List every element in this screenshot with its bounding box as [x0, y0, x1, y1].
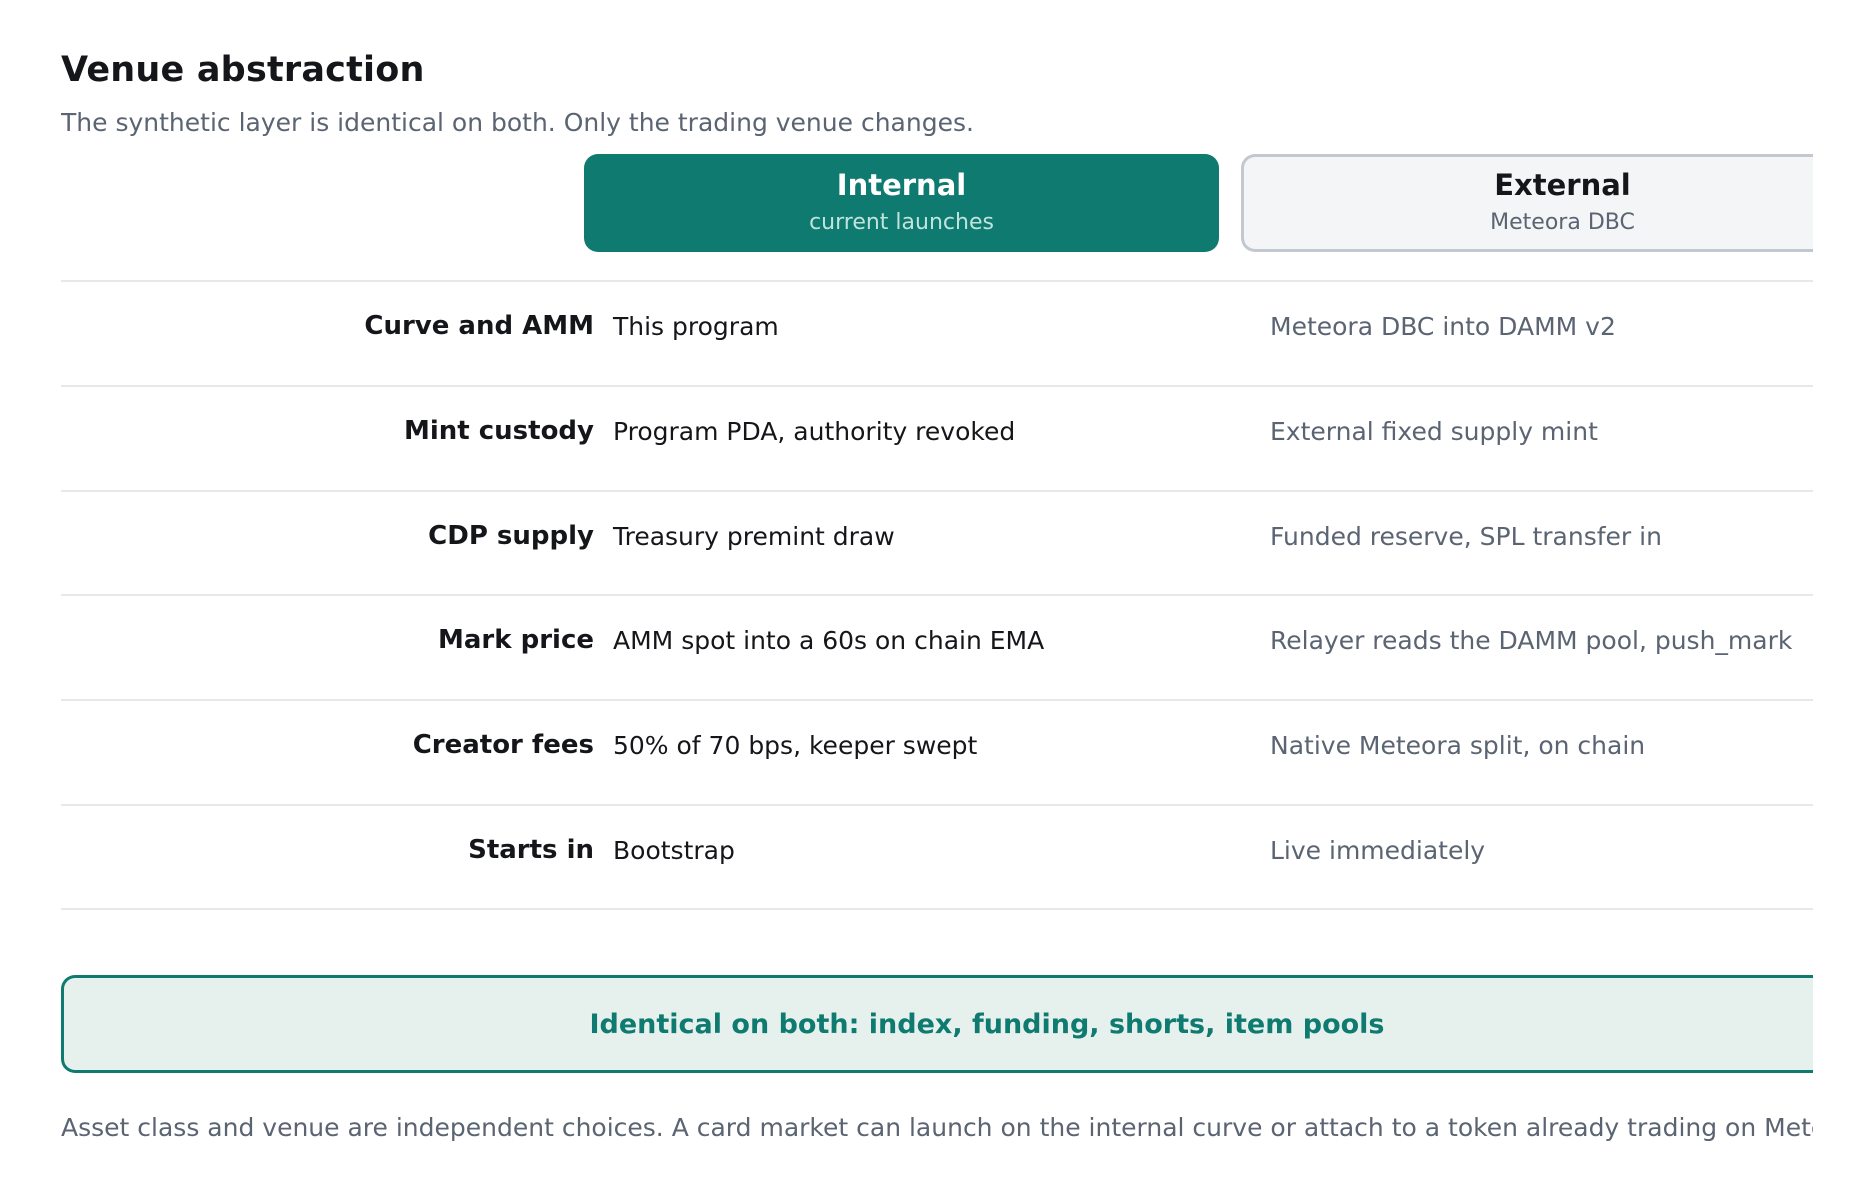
page-subtitle: The synthetic layer is identical on both…: [61, 108, 974, 137]
row-external-value: Live immediately: [1270, 836, 1486, 865]
venue-external-name: External: [1494, 168, 1631, 202]
row-divider: [61, 908, 1813, 910]
venue-card-external: External Meteora DBC: [1241, 154, 1813, 252]
footnote: Asset class and venue are independent ch…: [61, 1113, 1813, 1142]
comparison-row-mint-custody: Mint custody Program PDA, authority revo…: [61, 386, 1813, 491]
comparison-row-cdp-supply: CDP supply Treasury premint draw Funded …: [61, 491, 1813, 596]
venue-external-subtitle: Meteora DBC: [1490, 210, 1635, 235]
row-internal-value: Program PDA, authority revoked: [613, 417, 1016, 446]
row-external-value: Native Meteora split, on chain: [1270, 731, 1646, 760]
row-label: CDP supply: [428, 521, 594, 551]
banner-text: Identical on both: index, funding, short…: [589, 1009, 1385, 1040]
row-external-value: External fixed supply mint: [1270, 417, 1598, 446]
row-external-value: Meteora DBC into DAMM v2: [1270, 312, 1616, 341]
row-internal-value: Treasury premint draw: [613, 522, 895, 551]
page-title: Venue abstraction: [61, 50, 425, 90]
row-label: Mint custody: [403, 416, 594, 446]
comparison-row-curve-and-amm: Curve and AMM This program Meteora DBC i…: [61, 281, 1813, 386]
comparison-row-starts-in: Starts in Bootstrap Live immediately: [61, 805, 1813, 910]
row-internal-value: AMM spot into a 60s on chain EMA: [613, 626, 1045, 655]
row-external-value: Funded reserve, SPL transfer in: [1270, 522, 1662, 551]
row-internal-value: Bootstrap: [613, 836, 735, 865]
row-label: Mark price: [438, 625, 594, 655]
row-label: Starts in: [468, 835, 594, 865]
comparison-row-mark-price: Mark price AMM spot into a 60s on chain …: [61, 595, 1813, 700]
venue-card-internal: Internal current launches: [584, 154, 1219, 252]
venue-internal-subtitle: current launches: [809, 210, 994, 235]
row-label: Creator fees: [412, 730, 594, 760]
comparison-row-creator-fees: Creator fees 50% of 70 bps, keeper swept…: [61, 700, 1813, 805]
row-internal-value: 50% of 70 bps, keeper swept: [613, 731, 978, 760]
row-external-value: Relayer reads the DAMM pool, push_mark: [1270, 626, 1793, 655]
shared-layer-banner: Identical on both: index, funding, short…: [61, 975, 1813, 1073]
venue-internal-name: Internal: [836, 168, 967, 202]
row-internal-value: This program: [613, 312, 779, 341]
venue-abstraction-diagram: Venue abstraction The synthetic layer is…: [61, 0, 1813, 1198]
row-label: Curve and AMM: [364, 311, 594, 341]
